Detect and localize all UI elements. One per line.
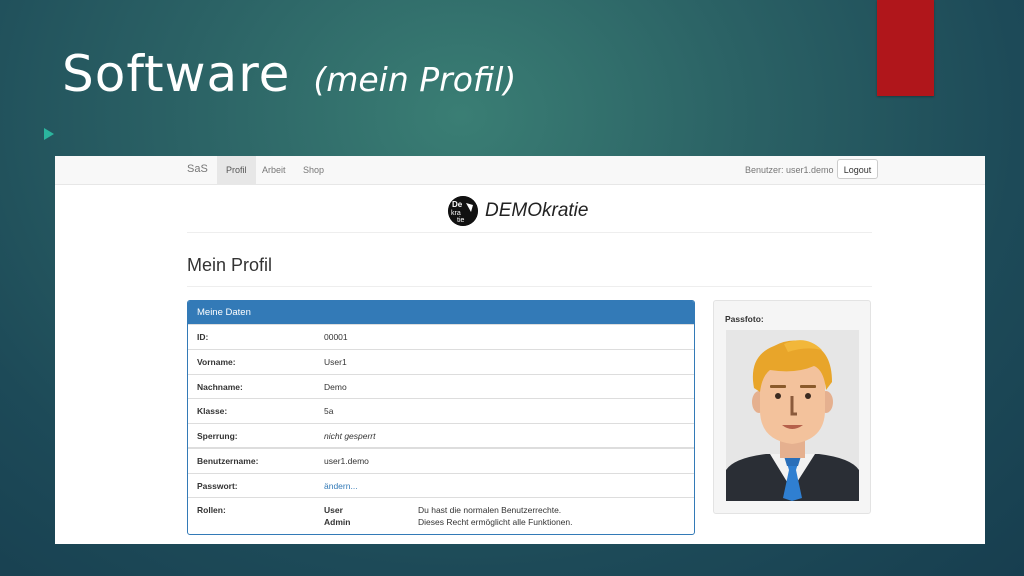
field-value: User1 — [324, 357, 347, 367]
nav-item-shop[interactable]: Shop — [294, 156, 333, 184]
nav-item-arbeit[interactable]: Arbeit — [253, 156, 295, 184]
svg-text:kra: kra — [451, 210, 461, 217]
page-title: Mein Profil — [187, 255, 273, 275]
democratic-logo-icon: De kra tie — [448, 196, 478, 226]
field-label: Benutzername: — [197, 456, 259, 466]
field-row-benutzername: Benutzername: user1.demo — [188, 447, 694, 473]
field-label: Passwort: — [197, 481, 238, 491]
field-value: nicht gesperrt — [324, 431, 376, 441]
field-value: user1.demo — [324, 456, 369, 466]
avatar-illustration-icon — [726, 330, 859, 501]
field-row-vorname: Vorname: User1 — [188, 349, 694, 374]
slide-title: Software (mein Profil) — [62, 44, 516, 110]
svg-text:tie: tie — [457, 217, 465, 224]
field-value: 00001 — [324, 332, 348, 342]
accent-block — [877, 0, 934, 96]
current-user-label: Benutzer: user1.demo — [745, 165, 834, 175]
logo-text: DEMOkratie — [485, 200, 589, 221]
svg-text:De: De — [452, 200, 463, 209]
role-name: User — [324, 505, 343, 515]
passport-photo-card: Passfoto: — [713, 300, 871, 514]
role-description: Du hast die normalen Benutzerrechte. — [418, 505, 562, 515]
field-row-passwort: Passwort: ändern... — [188, 473, 694, 498]
bullet-arrow-icon — [44, 128, 54, 140]
navbar: SaS Profil Arbeit Shop Benutzer: user1.d… — [55, 156, 985, 185]
photo-label: Passfoto: — [725, 314, 764, 324]
avatar — [726, 330, 859, 501]
field-value: Demo — [324, 382, 347, 392]
field-row-sperrung: Sperrung: nicht gesperrt — [188, 423, 694, 448]
role-description: Dieses Recht ermöglicht alle Funktionen. — [418, 517, 573, 527]
nav-item-profil[interactable]: Profil — [217, 156, 256, 184]
divider — [187, 286, 872, 287]
panel-heading: Meine Daten — [188, 301, 694, 324]
navbar-brand[interactable]: SaS — [187, 163, 208, 175]
divider — [187, 232, 872, 233]
slide-title-main: Software — [62, 45, 291, 103]
field-row-rollen: Rollen: User Du hast die normalen Benutz… — [188, 497, 694, 534]
field-row-klasse: Klasse: 5a — [188, 398, 694, 423]
field-label: Vorname: — [197, 357, 236, 367]
app-screenshot: SaS Profil Arbeit Shop Benutzer: user1.d… — [55, 156, 985, 544]
logout-button[interactable]: Logout — [837, 159, 878, 179]
role-name: Admin — [324, 517, 351, 527]
field-label: Sperrung: — [197, 431, 238, 441]
field-label: Klasse: — [197, 406, 228, 416]
field-label: Rollen: — [197, 505, 226, 515]
field-label: Nachname: — [197, 382, 243, 392]
my-data-panel: Meine Daten ID: 00001 Vorname: User1 Nac… — [187, 300, 695, 535]
change-password-link[interactable]: ändern... — [324, 481, 358, 491]
field-row-nachname: Nachname: Demo — [188, 374, 694, 399]
field-value: 5a — [324, 406, 334, 416]
field-row-id: ID: 00001 — [188, 324, 694, 349]
field-label: ID: — [197, 332, 209, 342]
slide-subtitle: (mein Profil) — [313, 60, 517, 99]
